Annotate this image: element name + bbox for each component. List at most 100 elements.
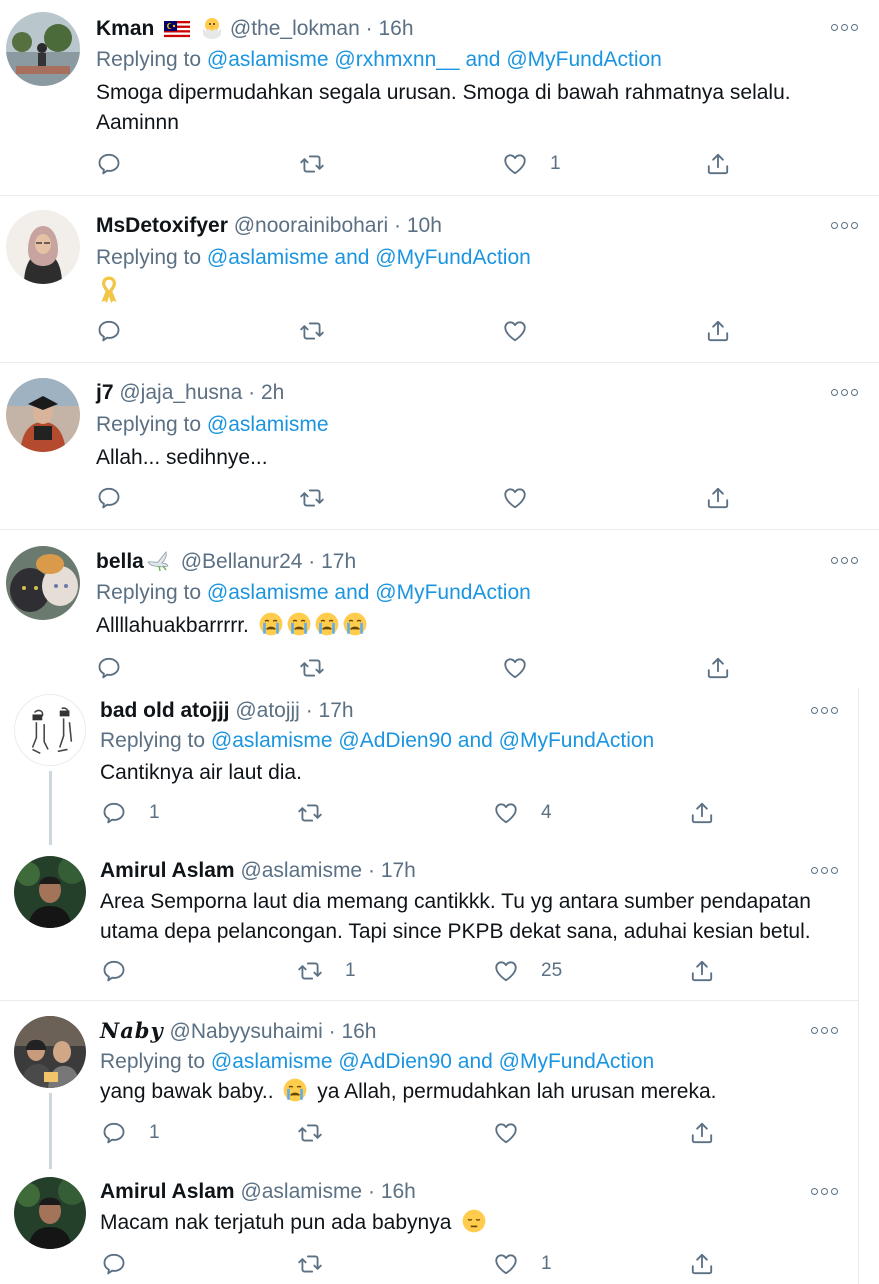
replying-to-users[interactable]: @aslamisme and @MyFundAction <box>207 581 531 604</box>
retweet-button[interactable] <box>297 1120 345 1146</box>
timestamp[interactable]: 10h <box>407 214 442 237</box>
handle[interactable]: @jaja_husna <box>119 381 242 404</box>
replying-to-label: Replying to <box>96 48 202 71</box>
more-icon[interactable] <box>811 863 839 877</box>
tweet-msdetoxifyer[interactable]: MsDetoxifyer @noorainibohari · 10h Reply… <box>0 196 879 362</box>
avatar[interactable] <box>6 378 80 452</box>
handle[interactable]: @Bellanur24 <box>181 550 303 573</box>
replying-to-users[interactable]: @aslamisme and @MyFundAction <box>207 246 531 269</box>
reply-button[interactable] <box>96 318 144 344</box>
hatching-chick-icon <box>200 15 224 46</box>
separator-dot: · <box>367 859 375 882</box>
separator-dot: · <box>308 550 316 573</box>
replying-to-users[interactable]: @aslamisme <box>207 413 329 436</box>
more-icon[interactable] <box>831 385 859 399</box>
share-button[interactable] <box>689 1120 715 1146</box>
malaysia-flag-icon <box>164 20 191 46</box>
like-button[interactable]: 4 <box>493 800 552 826</box>
timestamp[interactable]: 17h <box>319 699 354 722</box>
like-button[interactable]: 1 <box>502 151 561 177</box>
reply-icon <box>101 800 127 826</box>
tweet-amirul-1[interactable]: Amirul Aslam @aslamisme · 17h Area Sempo… <box>0 848 859 1000</box>
tweet-bella[interactable]: bella @Bellanur24 · 17h Replying to @asl… <box>0 530 879 688</box>
handle[interactable]: @Nabyysuhaimi <box>170 1020 323 1043</box>
retweet-button[interactable] <box>299 151 347 177</box>
display-name[interactable]: Kman <box>96 17 154 40</box>
reply-button[interactable]: 1 <box>101 1120 160 1146</box>
handle[interactable]: @noorainibohari <box>234 214 388 237</box>
timestamp[interactable]: 16h <box>381 1180 416 1203</box>
timestamp[interactable]: 2h <box>261 381 284 404</box>
reply-count: 1 <box>149 802 160 823</box>
tweet-naby[interactable]: 𝑵𝒂𝒃𝒚 @Nabyysuhaimi · 16h Replying to @as… <box>0 1001 859 1169</box>
avatar[interactable] <box>14 694 86 766</box>
share-button[interactable] <box>689 958 715 984</box>
tweet-kman[interactable]: Kman @the_lokman · 16h Replying to @asla… <box>0 0 879 195</box>
share-button[interactable] <box>689 800 715 826</box>
retweet-count: 1 <box>345 960 356 981</box>
like-button[interactable] <box>493 1120 541 1146</box>
reply-button[interactable]: 1 <box>101 800 160 826</box>
display-name[interactable]: bad old atojjj <box>100 699 230 722</box>
handle[interactable]: @the_lokman <box>230 17 360 40</box>
avatar[interactable] <box>6 546 80 620</box>
tweet-j7[interactable]: j7 @jaja_husna · 2h Replying to @aslamis… <box>0 363 879 529</box>
avatar[interactable] <box>14 856 86 928</box>
display-name[interactable]: Amirul Aslam <box>100 1180 235 1203</box>
timestamp[interactable]: 17h <box>321 550 356 573</box>
timestamp[interactable]: 16h <box>378 17 413 40</box>
display-name[interactable]: Amirul Aslam <box>100 859 235 882</box>
handle[interactable]: @aslamisme <box>240 1180 362 1203</box>
retweet-button[interactable] <box>299 485 347 511</box>
reply-button[interactable] <box>96 655 144 681</box>
more-icon[interactable] <box>811 1023 839 1037</box>
avatar[interactable] <box>6 12 80 86</box>
retweet-icon <box>299 485 325 511</box>
more-icon[interactable] <box>831 20 859 34</box>
share-button[interactable] <box>705 151 731 177</box>
handle[interactable]: @aslamisme <box>240 859 362 882</box>
replying-to-users[interactable]: @aslamisme @rxhmxnn__ and @MyFundAction <box>207 48 662 71</box>
share-button[interactable] <box>705 485 731 511</box>
tweet-amirul-2[interactable]: Amirul Aslam @aslamisme · 16h Macam nak … <box>0 1170 859 1284</box>
tweet-text: Macam nak terjatuh pun ada babynya <box>100 1208 860 1238</box>
reply-button[interactable] <box>101 1251 149 1277</box>
display-name[interactable]: bella <box>96 550 144 573</box>
reply-button[interactable] <box>96 485 144 511</box>
like-button[interactable] <box>502 318 550 344</box>
like-button[interactable] <box>502 655 550 681</box>
more-icon[interactable] <box>831 218 859 232</box>
retweet-button[interactable]: 1 <box>297 958 356 984</box>
tweet-atojjj[interactable]: bad old atojjj @atojjj · 17h Replying to… <box>0 689 859 847</box>
display-name[interactable]: 𝑵𝒂𝒃𝒚 <box>100 1018 164 1043</box>
reply-button[interactable] <box>101 958 149 984</box>
reply-button[interactable] <box>96 151 144 177</box>
retweet-button[interactable] <box>297 800 345 826</box>
like-button[interactable]: 25 <box>493 958 562 984</box>
share-icon <box>689 958 715 984</box>
replying-to-users[interactable]: @aslamisme @AdDien90 and @MyFundAction <box>211 1050 654 1073</box>
share-button[interactable] <box>705 318 731 344</box>
retweet-button[interactable] <box>299 655 347 681</box>
retweet-button[interactable] <box>297 1251 345 1277</box>
separator-dot: · <box>328 1020 336 1043</box>
display-name[interactable]: MsDetoxifyer <box>96 214 228 237</box>
share-button[interactable] <box>689 1251 715 1277</box>
share-button[interactable] <box>705 655 731 681</box>
more-icon[interactable] <box>831 553 859 567</box>
replying-to-users[interactable]: @aslamisme @AdDien90 and @MyFundAction <box>211 729 654 752</box>
tweet-text: yang bawak baby.. ya Allah, permudahkan … <box>100 1077 860 1107</box>
avatar[interactable] <box>6 210 80 284</box>
like-button[interactable]: 1 <box>493 1251 552 1277</box>
more-icon[interactable] <box>811 703 839 717</box>
timestamp[interactable]: 16h <box>341 1020 376 1043</box>
retweet-button[interactable] <box>299 318 347 344</box>
handle[interactable]: @atojjj <box>235 699 300 722</box>
more-icon[interactable] <box>811 1184 839 1198</box>
timestamp[interactable]: 17h <box>381 859 416 882</box>
avatar[interactable] <box>14 1177 86 1249</box>
like-button[interactable] <box>502 485 550 511</box>
display-name[interactable]: j7 <box>96 381 114 404</box>
avatar[interactable] <box>14 1016 86 1088</box>
retweet-icon <box>297 800 323 826</box>
